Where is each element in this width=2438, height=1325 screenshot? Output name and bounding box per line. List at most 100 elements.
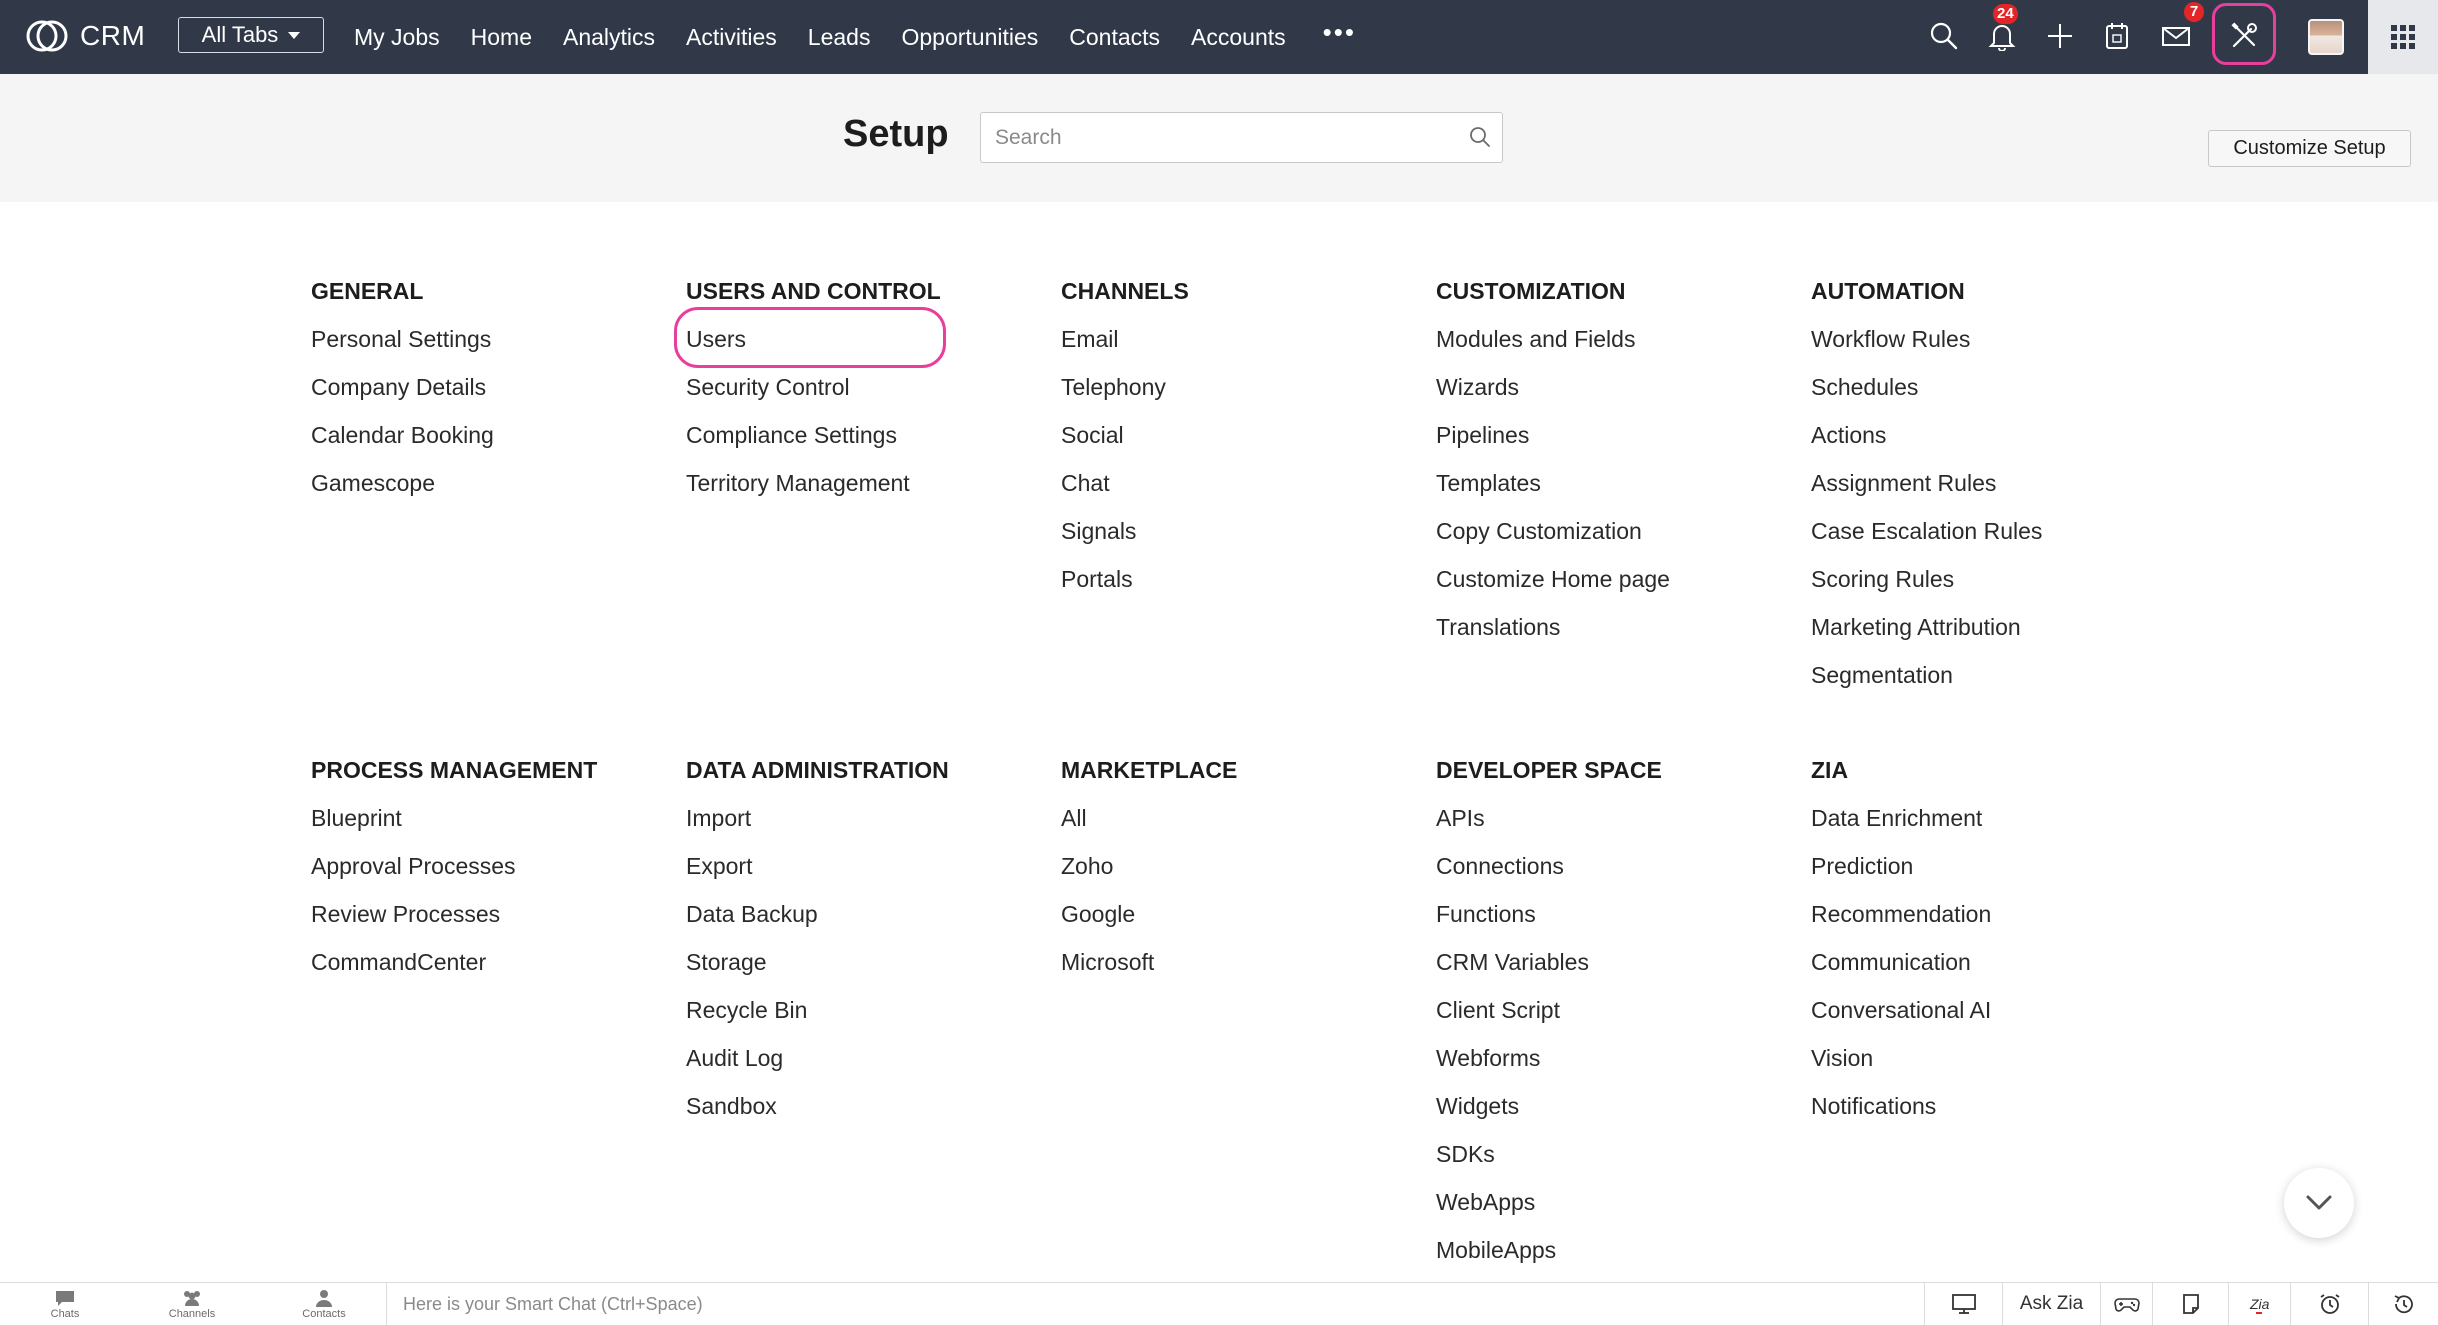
setup-link-approval-processes[interactable]: Approval Processes bbox=[311, 842, 671, 890]
setup-link-workflow-rules[interactable]: Workflow Rules bbox=[1811, 315, 2171, 363]
setup-link-data-enrichment[interactable]: Data Enrichment bbox=[1811, 794, 2171, 842]
setup-link-gamescope[interactable]: Gamescope bbox=[311, 459, 671, 507]
setup-link-calendar-booking[interactable]: Calendar Booking bbox=[311, 411, 671, 459]
scroll-down-button[interactable] bbox=[2284, 1168, 2354, 1238]
contacts-button[interactable]: Contacts bbox=[259, 1283, 389, 1325]
setup-link-company-details[interactable]: Company Details bbox=[311, 363, 671, 411]
setup-link-prediction[interactable]: Prediction bbox=[1811, 842, 2171, 890]
more-tabs-button[interactable]: ••• bbox=[1323, 17, 1356, 48]
tab-leads[interactable]: Leads bbox=[808, 24, 871, 51]
setup-link-templates[interactable]: Templates bbox=[1436, 459, 1796, 507]
mail-button[interactable]: 7 bbox=[2158, 2, 2204, 54]
channels-button[interactable]: Channels bbox=[127, 1283, 257, 1325]
setup-link-webforms[interactable]: Webforms bbox=[1436, 1034, 1796, 1082]
tab-activities[interactable]: Activities bbox=[686, 24, 777, 51]
chats-button[interactable]: Chats bbox=[0, 1283, 130, 1325]
setup-link-actions[interactable]: Actions bbox=[1811, 411, 2171, 459]
tab-accounts[interactable]: Accounts bbox=[1191, 24, 1286, 51]
setup-link-marketplace-zoho[interactable]: Zoho bbox=[1061, 842, 1421, 890]
setup-link-notifications[interactable]: Notifications bbox=[1811, 1082, 2171, 1130]
setup-link-storage[interactable]: Storage bbox=[686, 938, 1046, 986]
setup-link-recycle-bin[interactable]: Recycle Bin bbox=[686, 986, 1046, 1034]
tab-opportunities[interactable]: Opportunities bbox=[901, 24, 1038, 51]
all-tabs-dropdown[interactable]: All Tabs bbox=[178, 17, 324, 53]
setup-link-customize-home-page[interactable]: Customize Home page bbox=[1436, 555, 1796, 603]
setup-link-conversational-ai[interactable]: Conversational AI bbox=[1811, 986, 2171, 1034]
setup-link-pipelines[interactable]: Pipelines bbox=[1436, 411, 1796, 459]
setup-link-review-processes[interactable]: Review Processes bbox=[311, 890, 671, 938]
setup-link-sandbox[interactable]: Sandbox bbox=[686, 1082, 1046, 1130]
section-title: PROCESS MANAGEMENT bbox=[311, 757, 598, 783]
alarm-clock-icon bbox=[2320, 1294, 2339, 1314]
gamescope-button[interactable] bbox=[2100, 1283, 2152, 1325]
setup-link-connections[interactable]: Connections bbox=[1436, 842, 1796, 890]
setup-link-modules-and-fields[interactable]: Modules and Fields bbox=[1436, 315, 1796, 363]
setup-link-assignment-rules[interactable]: Assignment Rules bbox=[1811, 459, 2171, 507]
setup-link-translations[interactable]: Translations bbox=[1436, 603, 1796, 651]
setup-link-schedules[interactable]: Schedules bbox=[1811, 363, 2171, 411]
ask-zia-button[interactable]: Ask Zia bbox=[2002, 1283, 2100, 1325]
setup-link-telephony[interactable]: Telephony bbox=[1061, 363, 1421, 411]
reminders-button[interactable] bbox=[2290, 1283, 2368, 1325]
all-tabs-label: All Tabs bbox=[201, 22, 279, 47]
zia-button[interactable]: Zia bbox=[2228, 1283, 2290, 1325]
setup-link-client-script[interactable]: Client Script bbox=[1436, 986, 1796, 1034]
setup-link-signals[interactable]: Signals bbox=[1061, 507, 1421, 555]
setup-link-marketplace-microsoft[interactable]: Microsoft bbox=[1061, 938, 1421, 986]
smart-chat-input[interactable] bbox=[386, 1283, 1926, 1325]
chats-label: Chats bbox=[50, 1307, 80, 1320]
customize-setup-button[interactable]: Customize Setup bbox=[2208, 130, 2411, 167]
setup-link-portals[interactable]: Portals bbox=[1061, 555, 1421, 603]
section-users-and-control: USERS AND CONTROL Users Security Control… bbox=[686, 267, 1046, 507]
setup-link-communication[interactable]: Communication bbox=[1811, 938, 2171, 986]
calendar-button[interactable] bbox=[2099, 18, 2135, 54]
section-title: MARKETPLACE bbox=[1061, 757, 1238, 783]
setup-link-social[interactable]: Social bbox=[1061, 411, 1421, 459]
setup-link-export[interactable]: Export bbox=[686, 842, 1046, 890]
notifications-button[interactable]: 24 bbox=[1984, 4, 2020, 54]
setup-search-input[interactable] bbox=[980, 112, 1503, 163]
setup-link-recommendation[interactable]: Recommendation bbox=[1811, 890, 2171, 938]
recent-history-button[interactable] bbox=[2368, 1283, 2438, 1325]
setup-link-data-backup[interactable]: Data Backup bbox=[686, 890, 1046, 938]
setup-link-blueprint[interactable]: Blueprint bbox=[311, 794, 671, 842]
setup-button[interactable] bbox=[2226, 18, 2262, 54]
setup-link-security-control[interactable]: Security Control bbox=[686, 363, 1046, 411]
setup-link-import[interactable]: Import bbox=[686, 794, 1046, 842]
setup-link-scoring-rules[interactable]: Scoring Rules bbox=[1811, 555, 2171, 603]
notes-button[interactable] bbox=[2152, 1283, 2228, 1325]
setup-link-marketing-attribution[interactable]: Marketing Attribution bbox=[1811, 603, 2171, 651]
setup-link-marketplace-all[interactable]: All bbox=[1061, 794, 1421, 842]
setup-link-marketplace-google[interactable]: Google bbox=[1061, 890, 1421, 938]
tab-home[interactable]: Home bbox=[471, 24, 532, 51]
setup-link-email[interactable]: Email bbox=[1061, 315, 1421, 363]
tab-analytics[interactable]: Analytics bbox=[563, 24, 655, 51]
setup-link-sdks[interactable]: SDKs bbox=[1436, 1130, 1796, 1178]
setup-link-apis[interactable]: APIs bbox=[1436, 794, 1796, 842]
setup-link-widgets[interactable]: Widgets bbox=[1436, 1082, 1796, 1130]
crm-logo[interactable]: CRM bbox=[24, 16, 145, 56]
setup-link-compliance-settings[interactable]: Compliance Settings bbox=[686, 411, 1046, 459]
setup-link-segmentation[interactable]: Segmentation bbox=[1811, 651, 2171, 699]
setup-link-mobileapps[interactable]: MobileApps bbox=[1436, 1226, 1796, 1274]
zia-icon: Zia bbox=[2249, 1296, 2269, 1314]
setup-link-territory-management[interactable]: Territory Management bbox=[686, 459, 1046, 507]
setup-link-audit-log[interactable]: Audit Log bbox=[686, 1034, 1046, 1082]
setup-link-wizards[interactable]: Wizards bbox=[1436, 363, 1796, 411]
setup-link-personal-settings[interactable]: Personal Settings bbox=[311, 315, 671, 363]
setup-link-case-escalation-rules[interactable]: Case Escalation Rules bbox=[1811, 507, 2171, 555]
user-avatar[interactable] bbox=[2308, 19, 2344, 55]
setup-link-vision[interactable]: Vision bbox=[1811, 1034, 2171, 1082]
screen-share-button[interactable] bbox=[1924, 1283, 2002, 1325]
global-search-button[interactable] bbox=[1926, 18, 1962, 54]
tab-my-jobs[interactable]: My Jobs bbox=[354, 24, 440, 51]
setup-link-functions[interactable]: Functions bbox=[1436, 890, 1796, 938]
quick-create-button[interactable] bbox=[2042, 18, 2078, 54]
setup-link-webapps[interactable]: WebApps bbox=[1436, 1178, 1796, 1226]
apps-grid-button[interactable] bbox=[2368, 0, 2438, 74]
setup-link-crm-variables[interactable]: CRM Variables bbox=[1436, 938, 1796, 986]
setup-link-commandcenter[interactable]: CommandCenter bbox=[311, 938, 671, 986]
tab-contacts[interactable]: Contacts bbox=[1069, 24, 1160, 51]
setup-link-copy-customization[interactable]: Copy Customization bbox=[1436, 507, 1796, 555]
setup-link-chat[interactable]: Chat bbox=[1061, 459, 1421, 507]
